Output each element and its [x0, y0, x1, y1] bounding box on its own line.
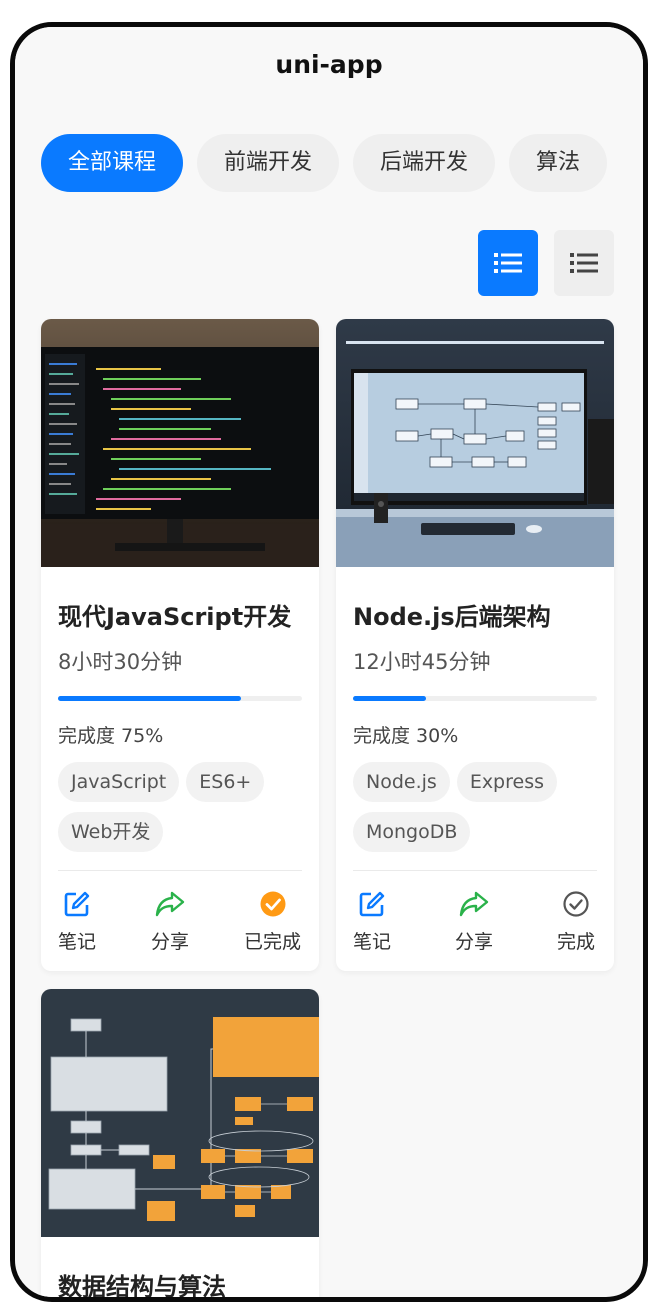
- course-card[interactable]: 数据结构与算法: [41, 989, 319, 1301]
- share-icon: [155, 891, 185, 917]
- tag[interactable]: ES6+: [186, 762, 265, 802]
- check-circle-filled-icon: [260, 891, 285, 917]
- nav-bar: uni-app: [15, 27, 643, 105]
- monitor-with-code-image: [41, 319, 319, 567]
- category-tabs: 全部课程 前端开发 后端开发 算法: [41, 134, 619, 198]
- tag-list: JavaScript ES6+ Web开发: [58, 762, 302, 862]
- share-button[interactable]: 分享: [455, 889, 493, 954]
- share-icon: [459, 891, 489, 917]
- complete-label: 已完成: [244, 931, 302, 953]
- share-label: 分享: [151, 931, 190, 953]
- progress-bar: [353, 696, 597, 701]
- page-title: uni-app: [275, 49, 383, 79]
- tag-list: Node.js Express MongoDB: [353, 762, 597, 862]
- list-icon: [570, 253, 598, 273]
- list-icon: [494, 253, 522, 273]
- list-view-button[interactable]: [478, 230, 538, 296]
- phone-frame: uni-app 全部课程 前端开发 后端开发 算法 现代JavaScript开发…: [10, 22, 648, 1302]
- course-card[interactable]: 现代JavaScript开发 8小时30分钟 完成度 75% JavaScrip…: [41, 319, 319, 971]
- check-circle-outline-icon: [563, 891, 589, 917]
- complete-button[interactable]: 完成: [557, 889, 595, 954]
- tab-backend[interactable]: 后端开发: [353, 134, 496, 192]
- note-button[interactable]: 笔记: [353, 889, 391, 954]
- complete-label: 完成: [557, 931, 596, 953]
- progress-text: 完成度 30%: [353, 725, 459, 747]
- tab-all-courses[interactable]: 全部课程: [41, 134, 184, 192]
- monitor-with-flowchart-image: [336, 319, 614, 567]
- note-button[interactable]: 笔记: [58, 889, 96, 954]
- card-actions: 笔记 分享 完成: [353, 870, 597, 971]
- tag[interactable]: JavaScript: [58, 762, 180, 802]
- tag[interactable]: Express: [456, 762, 558, 802]
- tag[interactable]: Node.js: [353, 762, 450, 802]
- course-duration: 8小时30分钟: [58, 650, 183, 674]
- course-title: 现代JavaScript开发: [58, 603, 292, 631]
- note-label: 笔记: [58, 931, 97, 953]
- complete-button[interactable]: 已完成: [244, 889, 301, 954]
- course-title: Node.js后端架构: [353, 603, 551, 631]
- progress-bar: [58, 696, 302, 701]
- algorithm-flowchart-image: [41, 989, 319, 1237]
- card-actions: 笔记 分享 已完成: [58, 870, 302, 971]
- edit-icon: [64, 891, 90, 917]
- progress-fill: [353, 696, 427, 701]
- tag[interactable]: MongoDB: [353, 812, 471, 852]
- tag[interactable]: Web开发: [58, 812, 164, 852]
- share-button[interactable]: 分享: [151, 889, 189, 954]
- course-duration: 12小时45分钟: [353, 650, 491, 674]
- course-title: 数据结构与算法: [58, 1273, 226, 1301]
- compact-view-button[interactable]: [554, 230, 614, 296]
- edit-icon: [359, 891, 385, 917]
- tab-algorithm[interactable]: 算法: [509, 134, 608, 192]
- tab-frontend[interactable]: 前端开发: [197, 134, 340, 192]
- course-card[interactable]: Node.js后端架构 12小时45分钟 完成度 30% Node.js Expr…: [336, 319, 614, 971]
- progress-fill: [58, 696, 241, 701]
- share-label: 分享: [455, 931, 494, 953]
- progress-text: 完成度 75%: [58, 725, 164, 747]
- note-label: 笔记: [353, 931, 392, 953]
